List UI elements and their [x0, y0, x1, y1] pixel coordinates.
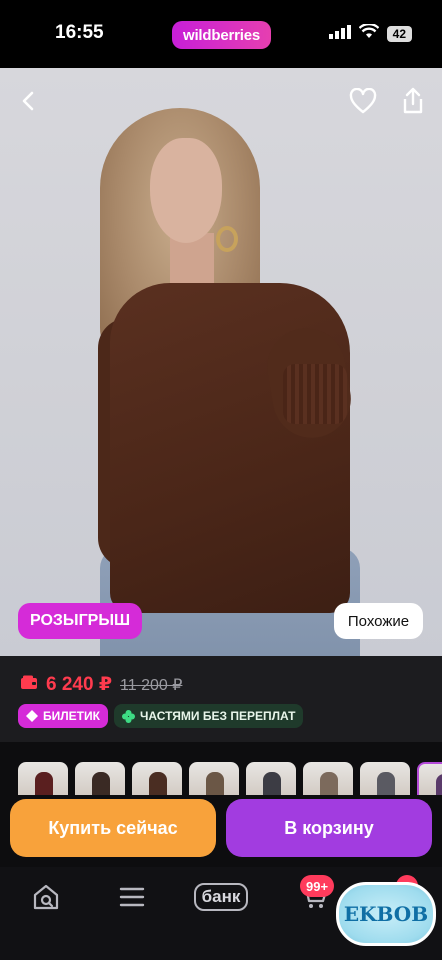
- old-price: 11 200 ₽: [120, 676, 183, 694]
- product-photo[interactable]: [0, 68, 442, 656]
- battery-indicator: 42: [386, 26, 412, 42]
- bank-label: банк: [193, 883, 249, 911]
- badges: БИЛЕТИК ЧАСТЯМИ БЕЗ ПЕРЕПЛАТ: [18, 704, 304, 728]
- back-button[interactable]: [12, 84, 46, 118]
- buy-now-button[interactable]: Купить сейчас: [10, 799, 216, 857]
- clover-icon: [121, 709, 135, 723]
- wallet-icon: [20, 675, 38, 695]
- installment-badge[interactable]: ЧАСТЯМИ БЕЗ ПЕРЕПЛАТ: [113, 704, 304, 728]
- giveaway-tag[interactable]: РОЗЫГРЫШ: [18, 603, 143, 639]
- ticket-icon: [26, 710, 38, 722]
- ticket-badge[interactable]: БИЛЕТИК: [18, 704, 108, 728]
- heart-icon: [349, 88, 377, 114]
- menu-icon: [119, 887, 145, 907]
- share-button[interactable]: [396, 84, 430, 118]
- status-bar: 16:55 wildberries 42: [0, 0, 442, 68]
- share-icon: [403, 87, 423, 114]
- price-row: 6 240 ₽ 11 200 ₽: [20, 673, 182, 696]
- price-panel: 6 240 ₽ 11 200 ₽ БИЛЕТИК ЧАСТЯМИ БЕЗ ПЕР…: [0, 656, 442, 742]
- wifi-icon: [358, 22, 379, 44]
- cart-count-badge: 99+: [300, 875, 335, 897]
- similar-button[interactable]: Похожие: [334, 603, 423, 639]
- status-time: 16:55: [55, 22, 104, 43]
- thumbnail-strip: [0, 742, 442, 802]
- action-bar: Купить сейчас В корзину: [0, 795, 442, 867]
- signal-icon: [328, 24, 351, 44]
- brand-logo: wildberries: [172, 21, 271, 49]
- chevron-left-icon: [22, 91, 34, 111]
- current-price: 6 240 ₽: [46, 674, 113, 695]
- tab-catalog[interactable]: [110, 879, 154, 915]
- favorite-button[interactable]: [346, 84, 380, 118]
- ticket-badge-label: БИЛЕТИК: [43, 709, 100, 723]
- tab-bank[interactable]: банк: [192, 879, 250, 915]
- tab-home-search[interactable]: [24, 879, 68, 915]
- home-search-icon: [33, 884, 59, 910]
- add-to-cart-button[interactable]: В корзину: [226, 799, 432, 857]
- status-icons: 42: [328, 22, 412, 44]
- installment-badge-label: ЧАСТЯМИ БЕЗ ПЕРЕПЛАТ: [139, 709, 296, 723]
- watermark-logo: EKBOB: [336, 882, 436, 946]
